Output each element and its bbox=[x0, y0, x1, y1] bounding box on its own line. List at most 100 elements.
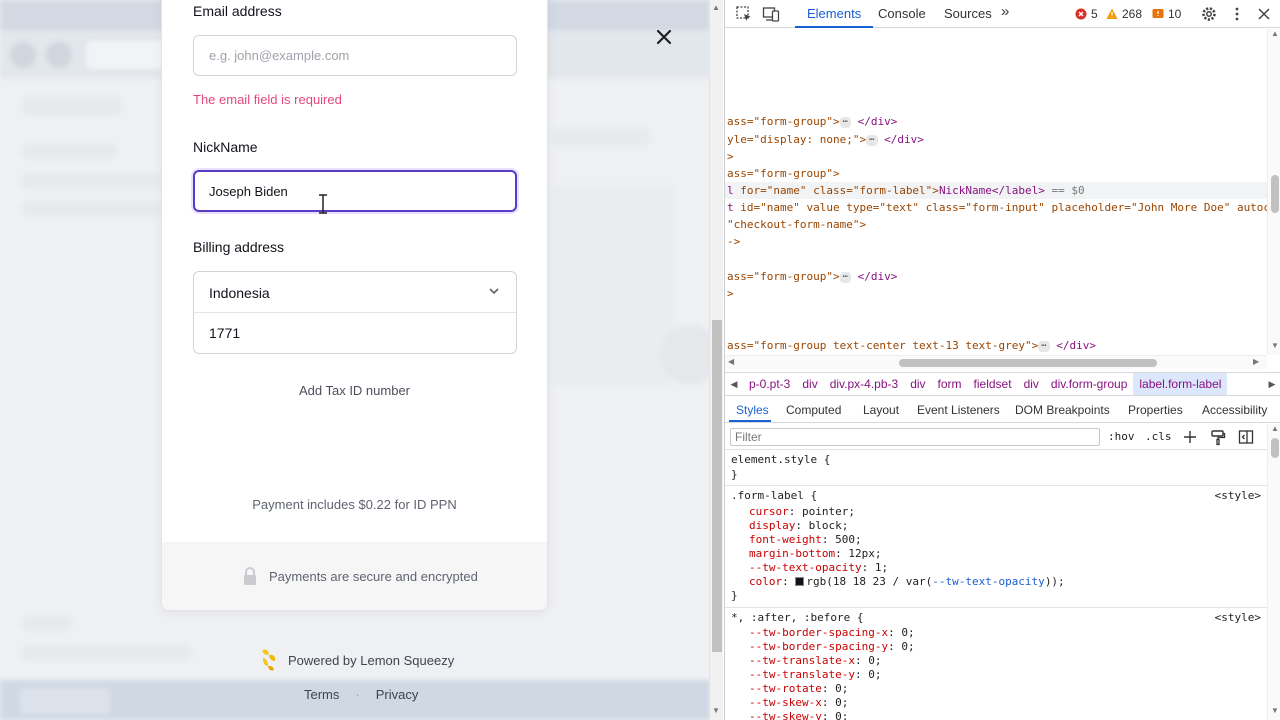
close-devtools-icon[interactable] bbox=[1255, 5, 1273, 23]
dom-tree-horizontal-scrollbar[interactable]: ◀ ▶ bbox=[725, 355, 1267, 369]
dom-tree[interactable]: ass="form-group"> ⋯ </div> yle="display: n… bbox=[725, 29, 1267, 355]
collapsed-children-icon[interactable]: ⋯ bbox=[839, 271, 852, 283]
css-property-name[interactable]: cursor bbox=[749, 505, 789, 518]
dom-node-line[interactable]: > bbox=[727, 148, 734, 165]
breadcrumb-item[interactable]: div.form-group bbox=[1045, 373, 1133, 395]
breadcrumb-right-arrow-icon[interactable]: ▶ bbox=[1263, 379, 1280, 390]
page-scrollbar-thumb[interactable] bbox=[712, 320, 722, 652]
error-count[interactable]: 5 bbox=[1075, 7, 1098, 21]
settings-gear-icon[interactable] bbox=[1200, 5, 1218, 23]
css-property-value[interactable]: 1; bbox=[875, 561, 888, 574]
device-toolbar-icon[interactable] bbox=[762, 5, 780, 23]
universal-selector[interactable]: *, :after, :before { bbox=[731, 611, 863, 624]
dom-node-line[interactable]: ass="form-group"> ⋯ </div> bbox=[727, 268, 897, 285]
css-property-value[interactable]: 0; bbox=[835, 696, 848, 709]
css-property-name[interactable]: --tw-text-opacity bbox=[749, 561, 862, 574]
css-property-value[interactable]: 0; bbox=[835, 710, 848, 720]
new-style-rule-icon[interactable] bbox=[1181, 428, 1199, 446]
css-property-name[interactable]: --tw-border-spacing-x bbox=[749, 626, 888, 639]
rule-source-link[interactable]: <style> bbox=[1215, 611, 1261, 625]
dom-node-line[interactable]: t id="name" value type="text" class="for… bbox=[727, 199, 1267, 216]
css-property-name[interactable]: margin-bottom bbox=[749, 547, 835, 560]
collapsed-children-icon[interactable]: ⋯ bbox=[839, 116, 852, 128]
css-property-value[interactable]: 0; bbox=[835, 682, 848, 695]
css-property-value[interactable]: 0; bbox=[901, 640, 914, 653]
breadcrumb-item[interactable]: div.px-4.pb-3 bbox=[824, 373, 904, 395]
privacy-link[interactable]: Privacy bbox=[376, 687, 419, 702]
color-swatch-icon[interactable] bbox=[795, 577, 805, 586]
scroll-right-arrow-icon[interactable]: ▶ bbox=[1253, 357, 1259, 366]
dom-node-line[interactable]: > bbox=[727, 285, 734, 302]
issues-count[interactable]: 10 bbox=[1152, 7, 1181, 21]
css-property-name[interactable]: font-weight bbox=[749, 533, 822, 546]
postal-code-field[interactable]: 1771 bbox=[194, 313, 516, 353]
subtab-event-listeners[interactable]: Event Listeners bbox=[917, 403, 1000, 417]
dom-node-line[interactable]: ass="form-group"> ⋯ </div> bbox=[727, 113, 897, 130]
css-property-value[interactable]: 0; bbox=[901, 626, 914, 639]
css-property-value[interactable]: 500; bbox=[835, 533, 862, 546]
css-property-name[interactable]: --tw-skew-x bbox=[749, 696, 822, 709]
css-property-value[interactable]: )); bbox=[1045, 575, 1065, 588]
terms-link[interactable]: Terms bbox=[304, 687, 339, 702]
dom-node-line[interactable]: "checkout-form-name"> bbox=[727, 216, 866, 233]
css-property-name[interactable]: --tw-translate-x bbox=[749, 654, 855, 667]
form-label-selector[interactable]: .form-label { bbox=[731, 489, 817, 502]
paint-brush-icon[interactable] bbox=[1209, 428, 1227, 446]
css-property-value[interactable]: rgb(18 18 23 / var( bbox=[806, 575, 932, 588]
tab-elements[interactable]: Elements bbox=[807, 6, 861, 21]
css-variable-reference[interactable]: --tw-text-opacity bbox=[932, 575, 1045, 588]
scroll-up-arrow-icon[interactable]: ▲ bbox=[1271, 29, 1279, 38]
dom-node-line[interactable]: yle="display: none;"> ⋯ </div> bbox=[727, 131, 924, 148]
tab-console[interactable]: Console bbox=[878, 6, 926, 21]
dom-tree-scrollbar-thumb[interactable] bbox=[1271, 175, 1279, 213]
page-scrollbar[interactable]: ▲ ▼ bbox=[709, 0, 723, 720]
css-property-value[interactable]: block; bbox=[809, 519, 849, 532]
inspect-element-icon[interactable] bbox=[735, 5, 753, 23]
breadcrumb-item[interactable]: div bbox=[904, 373, 931, 395]
subtab-computed[interactable]: Computed bbox=[786, 403, 841, 417]
css-property-name[interactable]: --tw-skew-y bbox=[749, 710, 822, 720]
hov-toggle[interactable]: :hov bbox=[1108, 430, 1135, 443]
collapsed-children-icon[interactable]: ⋯ bbox=[1038, 340, 1050, 352]
breadcrumb-item[interactable]: p-0.pt-3 bbox=[743, 373, 796, 395]
breadcrumb-item[interactable]: fieldset bbox=[968, 373, 1018, 395]
add-tax-id-link[interactable]: Add Tax ID number bbox=[162, 383, 547, 398]
css-property-value[interactable]: 0; bbox=[868, 654, 881, 667]
subtab-styles[interactable]: Styles bbox=[736, 403, 769, 417]
scroll-down-arrow-icon[interactable]: ▼ bbox=[712, 706, 720, 715]
styles-scrollbar[interactable]: ▲ ▼ bbox=[1267, 424, 1280, 720]
close-icon[interactable] bbox=[651, 24, 677, 50]
subtab-properties[interactable]: Properties bbox=[1128, 403, 1183, 417]
breadcrumb-item[interactable]: form bbox=[932, 373, 968, 395]
breadcrumb-item[interactable]: div bbox=[796, 373, 823, 395]
rule-source-link[interactable]: <style> bbox=[1215, 489, 1261, 503]
styles-scrollbar-thumb[interactable] bbox=[1271, 438, 1279, 458]
css-property-name[interactable]: --tw-rotate bbox=[749, 682, 822, 695]
tab-sources[interactable]: Sources bbox=[944, 6, 992, 21]
scroll-down-arrow-icon[interactable]: ▼ bbox=[1271, 341, 1279, 350]
breadcrumb-item[interactable]: div bbox=[1018, 373, 1045, 395]
nickname-field[interactable] bbox=[193, 170, 517, 212]
email-field[interactable] bbox=[193, 35, 517, 76]
collapsed-children-icon[interactable]: ⋯ bbox=[866, 134, 878, 146]
css-property-name[interactable]: --tw-border-spacing-y bbox=[749, 640, 888, 653]
css-property-name[interactable]: --tw-translate-y bbox=[749, 668, 855, 681]
dom-node-line[interactable]: ass="form-group text-center text-13 text… bbox=[727, 337, 1096, 354]
country-select[interactable]: Indonesia bbox=[194, 272, 516, 313]
dom-node-line[interactable]: l for="name" class="form-label">NickName… bbox=[725, 182, 1267, 199]
dom-node-line[interactable]: ass="form-group"> bbox=[727, 165, 840, 182]
dom-tree-h-scrollbar-thumb[interactable] bbox=[899, 359, 1157, 367]
css-property-name[interactable]: display bbox=[749, 519, 795, 532]
css-property-value[interactable]: pointer; bbox=[802, 505, 855, 518]
css-property-value[interactable]: 0; bbox=[868, 668, 881, 681]
css-property-value[interactable]: 12px; bbox=[848, 547, 881, 560]
toggle-sidebar-icon[interactable] bbox=[1237, 428, 1255, 446]
scroll-up-arrow-icon[interactable]: ▲ bbox=[712, 3, 720, 12]
scroll-down-arrow-icon[interactable]: ▼ bbox=[1271, 706, 1279, 715]
cls-toggle[interactable]: .cls bbox=[1145, 430, 1172, 443]
styles-filter-input[interactable] bbox=[730, 428, 1100, 446]
scroll-up-arrow-icon[interactable]: ▲ bbox=[1271, 424, 1279, 433]
dom-node-line[interactable]: -> bbox=[727, 233, 740, 250]
subtab-accessibility[interactable]: Accessibility bbox=[1202, 403, 1267, 417]
powered-by[interactable]: Powered by Lemon Squeezy bbox=[258, 648, 454, 672]
